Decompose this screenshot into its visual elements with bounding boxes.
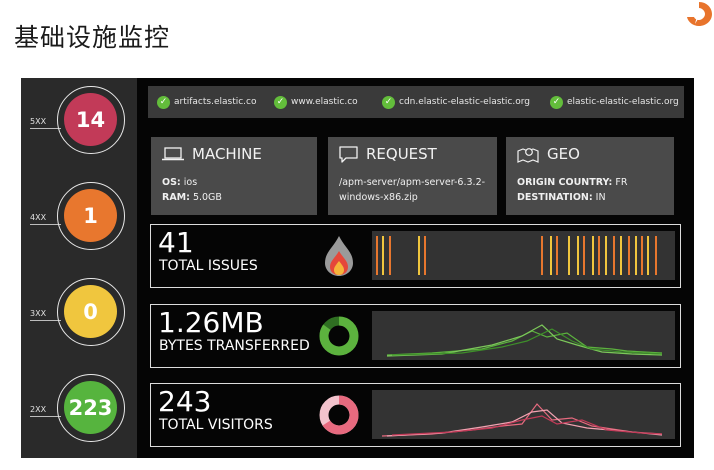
flame-icon (325, 236, 353, 276)
origin-label: ORIGIN COUNTRY: (517, 177, 613, 188)
check-circle-icon: ✓ (550, 95, 563, 109)
url-text: www.elastic.co (291, 97, 358, 107)
details-panel: ✓ artifacts.elastic.co ✓ www.elastic.co … (146, 78, 694, 458)
status-5xx: 5XX 14 (21, 78, 137, 158)
check-circle-icon: ✓ (382, 95, 395, 109)
bytes-transferred-label: BYTES TRANSFERRED (159, 338, 310, 354)
origin-value: FR (615, 177, 628, 188)
status-label: 3XX (30, 309, 47, 318)
status-label: 2XX (30, 405, 47, 414)
request-title: REQUEST (366, 145, 437, 163)
os-label: OS: (162, 177, 181, 188)
bytes-line-chart (372, 311, 675, 360)
url-text: elastic-elastic-elastic.org (567, 97, 679, 107)
url-text: artifacts.elastic.co (174, 97, 257, 107)
total-issues-value: 41 (158, 226, 194, 259)
url-text: cdn.elastic-elastic-elastic.org (399, 97, 531, 107)
laptop-icon (162, 147, 184, 161)
check-circle-icon: ✓ (157, 95, 170, 109)
geo-card: GEO ORIGIN COUNTRY: FR DESTINATION: IN (506, 137, 674, 215)
ram-label: RAM: (162, 192, 190, 203)
status-count: 14 (64, 93, 117, 146)
page-title: 基础设施监控 (14, 23, 171, 52)
status-ring[interactable]: 223 (57, 374, 125, 442)
url-item[interactable]: ✓ www.elastic.co (274, 94, 358, 110)
url-item[interactable]: ✓ artifacts.elastic.co (157, 94, 257, 110)
url-item[interactable]: ✓ elastic-elastic-elastic.org (550, 94, 679, 110)
status-3xx: 3XX 0 (21, 270, 137, 350)
map-pin-icon (517, 147, 539, 163)
request-card: REQUEST /apm-server/apm-server-6.3.2- wi… (328, 137, 497, 215)
speech-bubble-icon (339, 145, 358, 163)
status-code-panel: 5XX 14 4XX 1 3XX 0 2XX 223 (21, 78, 137, 458)
destination-label: DESTINATION: (517, 192, 593, 203)
ram-value: 5.0GB (192, 192, 222, 203)
request-path-line1: /apm-server/apm-server-6.3.2- (339, 177, 486, 188)
machine-title: MACHINE (192, 145, 262, 163)
destination-value: IN (595, 192, 606, 203)
total-visitors-value: 243 (158, 385, 212, 418)
status-ring[interactable]: 0 (57, 278, 125, 346)
bytes-transferred-card: 1.26MB BYTES TRANSFERRED (150, 304, 681, 368)
bytes-transferred-value: 1.26MB (158, 306, 264, 339)
url-item[interactable]: ✓ cdn.elastic-elastic-elastic.org (382, 94, 530, 110)
status-count: 223 (64, 381, 117, 434)
status-ring[interactable]: 14 (57, 86, 125, 154)
status-label: 4XX (30, 213, 47, 222)
status-label: 5XX (30, 117, 47, 126)
os-value: ios (183, 177, 198, 188)
status-count: 1 (64, 189, 117, 242)
status-2xx: 2XX 223 (21, 366, 137, 446)
dashboard: 5XX 14 4XX 1 3XX 0 2XX 223 ✓ artifacts.e… (21, 78, 694, 458)
uptime-url-bar: ✓ artifacts.elastic.co ✓ www.elastic.co … (148, 86, 684, 118)
geo-title: GEO (547, 145, 580, 163)
total-issues-label: TOTAL ISSUES (159, 258, 258, 274)
donut-icon (319, 316, 359, 356)
request-path-line2: windows-x86.zip (339, 192, 418, 203)
status-count: 0 (64, 285, 117, 338)
status-ring[interactable]: 1 (57, 182, 125, 250)
status-4xx: 4XX 1 (21, 174, 137, 254)
total-visitors-label: TOTAL VISITORS (159, 417, 273, 433)
logo-icon (687, 2, 712, 26)
donut-icon (319, 395, 359, 435)
check-circle-icon: ✓ (274, 95, 287, 109)
total-visitors-card: 243 TOTAL VISITORS (150, 383, 681, 447)
issues-timeline-chart (372, 231, 675, 280)
total-issues-card: 41 TOTAL ISSUES (150, 224, 681, 288)
machine-card: MACHINE OS: ios RAM: 5.0GB (151, 137, 317, 215)
visitors-line-chart (372, 390, 675, 439)
